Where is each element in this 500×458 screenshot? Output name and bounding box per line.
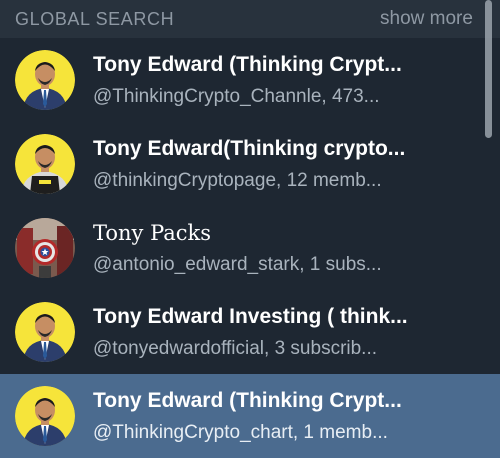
result-name: Tony Edward (Thinking Crypt...: [93, 389, 402, 412]
search-result-list: Tony Edward (Thinking Crypt... @Thinking…: [0, 38, 500, 458]
search-result-item[interactable]: Tony Packs @antonio_edward_stark, 1 subs…: [0, 206, 500, 290]
avatar: [15, 134, 75, 194]
search-result-item-selected[interactable]: Tony Edward (Thinking Crypt... @Thinking…: [0, 374, 500, 458]
avatar: [15, 50, 75, 110]
search-result-item[interactable]: Tony Edward (Thinking Crypt... @Thinking…: [0, 38, 500, 122]
result-name: Tony Packs: [93, 221, 212, 245]
search-result-item[interactable]: Tony Edward Investing ( think... @tonyed…: [0, 290, 500, 374]
result-subtitle: @tonyedwardofficial, 3 subscrib...: [93, 338, 378, 359]
result-subtitle: @ThinkingCrypto_chart, 1 memb...: [93, 422, 388, 443]
result-name: Tony Edward(Thinking crypto...: [93, 137, 406, 160]
avatar: [15, 218, 75, 278]
result-subtitle: @antonio_edward_stark, 1 subs...: [93, 254, 382, 275]
result-subtitle: @thinkingCryptopage, 12 memb...: [93, 170, 382, 191]
global-search-panel: GLOBAL SEARCH show more Tony Edward (Thi…: [0, 0, 500, 458]
scrollbar-thumb[interactable]: [485, 0, 492, 138]
result-name: Tony Edward (Thinking Crypt...: [93, 53, 402, 76]
search-result-item[interactable]: Tony Edward(Thinking crypto... @thinking…: [0, 122, 500, 206]
avatar: [15, 302, 75, 362]
result-subtitle: @ThinkingCrypto_Channle, 473...: [93, 86, 380, 107]
section-title: GLOBAL SEARCH: [15, 9, 175, 29]
section-header: GLOBAL SEARCH show more: [0, 0, 500, 38]
result-name: Tony Edward Investing ( think...: [93, 305, 408, 328]
show-more-link[interactable]: show more: [380, 8, 473, 30]
avatar: [15, 386, 75, 446]
